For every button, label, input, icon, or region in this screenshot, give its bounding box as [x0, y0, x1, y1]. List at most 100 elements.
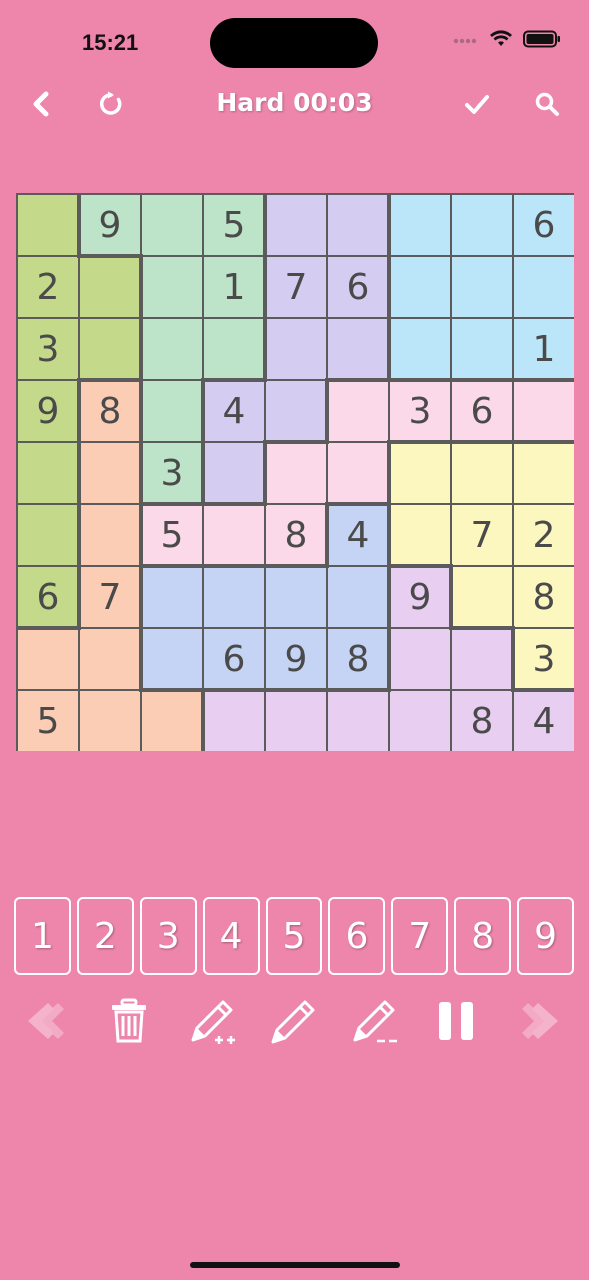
cell-r7c2[interactable]: 7	[80, 567, 140, 627]
cell-r2c7[interactable]	[390, 257, 450, 317]
cell-r6c5[interactable]: 8	[266, 505, 326, 565]
cell-r5c9[interactable]	[514, 443, 574, 503]
cell-r4c4[interactable]: 4	[204, 381, 264, 441]
cell-r8c8[interactable]	[452, 629, 512, 689]
cell-r7c1[interactable]: 6	[18, 567, 78, 627]
cell-r4c2[interactable]: 8	[80, 381, 140, 441]
cell-r7c5[interactable]	[266, 567, 326, 627]
cell-r4c5[interactable]	[266, 381, 326, 441]
erase-button[interactable]	[101, 995, 157, 1051]
cell-r1c4[interactable]: 5	[204, 195, 264, 255]
cell-r3c8[interactable]	[452, 319, 512, 379]
cell-r9c3[interactable]	[142, 691, 202, 751]
cell-r3c6[interactable]	[328, 319, 388, 379]
cell-r3c9[interactable]: 1	[514, 319, 574, 379]
cell-r3c3[interactable]	[142, 319, 202, 379]
cell-r9c8[interactable]: 8	[452, 691, 512, 751]
cell-r3c5[interactable]	[266, 319, 326, 379]
cell-r2c4[interactable]: 1	[204, 257, 264, 317]
cell-r8c1[interactable]	[18, 629, 78, 689]
cell-r9c6[interactable]	[328, 691, 388, 751]
cell-r1c3[interactable]	[142, 195, 202, 255]
number-key-2[interactable]: 2	[76, 897, 134, 975]
cell-r8c2[interactable]	[80, 629, 140, 689]
cell-r7c4[interactable]	[204, 567, 264, 627]
cell-r8c4[interactable]: 6	[204, 629, 264, 689]
cell-r2c6[interactable]: 6	[328, 257, 388, 317]
cell-r4c3[interactable]	[142, 381, 202, 441]
cell-r5c3[interactable]: 3	[142, 443, 202, 503]
cell-r6c3[interactable]: 5	[142, 505, 202, 565]
undo-button[interactable]	[20, 995, 76, 1051]
pencil-button[interactable]	[266, 995, 322, 1051]
cell-r7c8[interactable]	[452, 567, 512, 627]
cell-r1c1[interactable]	[18, 195, 78, 255]
cell-r4c8[interactable]: 6	[452, 381, 512, 441]
cell-r9c9[interactable]: 4	[514, 691, 574, 751]
cell-r9c2[interactable]	[80, 691, 140, 751]
cell-r2c8[interactable]	[452, 257, 512, 317]
cell-r1c7[interactable]	[390, 195, 450, 255]
cell-r4c9[interactable]	[514, 381, 574, 441]
cell-r6c1[interactable]	[18, 505, 78, 565]
number-key-8[interactable]: 8	[454, 897, 512, 975]
cell-r5c6[interactable]	[328, 443, 388, 503]
cell-r1c2[interactable]: 9	[80, 195, 140, 255]
number-key-9[interactable]: 9	[517, 897, 575, 975]
cell-r4c1[interactable]: 9	[18, 381, 78, 441]
cell-r3c7[interactable]	[390, 319, 450, 379]
cell-r2c9[interactable]	[514, 257, 574, 317]
cell-r8c5[interactable]: 9	[266, 629, 326, 689]
cell-r6c2[interactable]	[80, 505, 140, 565]
clear-notes-button[interactable]	[348, 995, 404, 1051]
cell-r5c2[interactable]	[80, 443, 140, 503]
cell-r6c9[interactable]: 2	[514, 505, 574, 565]
cell-r8c3[interactable]	[142, 629, 202, 689]
cell-r9c5[interactable]	[266, 691, 326, 751]
cell-r5c4[interactable]	[204, 443, 264, 503]
cell-r9c1[interactable]: 5	[18, 691, 78, 751]
cell-r6c4[interactable]	[204, 505, 264, 565]
redo-button[interactable]	[510, 995, 566, 1051]
cell-r3c4[interactable]	[204, 319, 264, 379]
cell-r8c7[interactable]	[390, 629, 450, 689]
cell-r7c6[interactable]	[328, 567, 388, 627]
cell-r1c6[interactable]	[328, 195, 388, 255]
check-button[interactable]	[459, 88, 495, 124]
cell-r5c8[interactable]	[452, 443, 512, 503]
number-key-4[interactable]: 4	[202, 897, 260, 975]
cell-r6c6[interactable]: 4	[328, 505, 388, 565]
hint-search-button[interactable]	[529, 88, 565, 124]
cell-r5c1[interactable]	[18, 443, 78, 503]
number-key-3[interactable]: 3	[139, 897, 197, 975]
sudoku-grid: 9562176319843635847267986983584	[18, 195, 574, 751]
cell-r5c5[interactable]	[266, 443, 326, 503]
cell-r3c2[interactable]	[80, 319, 140, 379]
cell-r9c4[interactable]	[204, 691, 264, 751]
cell-r7c3[interactable]	[142, 567, 202, 627]
cell-r5c7[interactable]	[390, 443, 450, 503]
cell-r3c1[interactable]: 3	[18, 319, 78, 379]
number-key-5[interactable]: 5	[265, 897, 323, 975]
cell-r2c3[interactable]	[142, 257, 202, 317]
number-key-7[interactable]: 7	[391, 897, 449, 975]
cell-r8c9[interactable]: 3	[514, 629, 574, 689]
cell-r2c5[interactable]: 7	[266, 257, 326, 317]
cell-r1c5[interactable]	[266, 195, 326, 255]
cell-r1c8[interactable]	[452, 195, 512, 255]
cell-r2c2[interactable]	[80, 257, 140, 317]
cell-r6c7[interactable]	[390, 505, 450, 565]
auto-notes-button[interactable]	[186, 995, 242, 1051]
cell-r6c8[interactable]: 7	[452, 505, 512, 565]
cell-r1c9[interactable]: 6	[514, 195, 574, 255]
number-key-1[interactable]: 1	[14, 897, 71, 975]
cell-r4c7[interactable]: 3	[390, 381, 450, 441]
cell-r2c1[interactable]: 2	[18, 257, 78, 317]
number-key-6[interactable]: 6	[328, 897, 386, 975]
cell-r4c6[interactable]	[328, 381, 388, 441]
cell-r7c9[interactable]: 8	[514, 567, 574, 627]
cell-r8c6[interactable]: 8	[328, 629, 388, 689]
cell-r9c7[interactable]	[390, 691, 450, 751]
cell-r7c7[interactable]: 9	[390, 567, 450, 627]
pause-button[interactable]	[428, 995, 484, 1051]
